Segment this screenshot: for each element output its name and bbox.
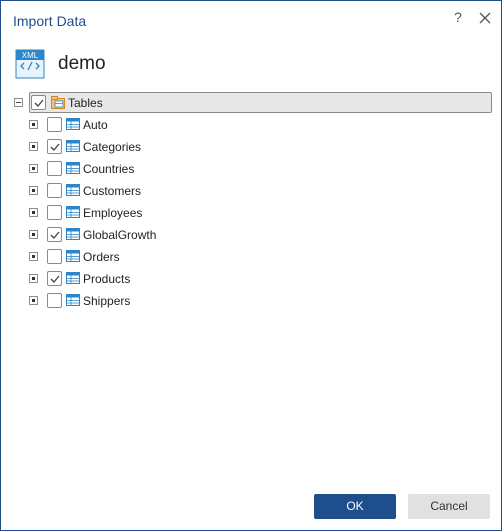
employees-label: Employees bbox=[83, 206, 143, 220]
close-icon[interactable] bbox=[476, 9, 494, 27]
expand-products-toggle[interactable] bbox=[29, 274, 38, 283]
shippers-label: Shippers bbox=[83, 294, 131, 308]
auto-checkbox[interactable] bbox=[47, 117, 62, 132]
table-icon bbox=[66, 162, 80, 174]
help-button[interactable]: ? bbox=[451, 8, 465, 26]
table-icon bbox=[66, 228, 80, 240]
table-icon bbox=[66, 184, 80, 196]
expand-orders-toggle[interactable] bbox=[29, 252, 38, 261]
orders-checkbox[interactable] bbox=[47, 249, 62, 264]
globalgrowth-checkbox[interactable] bbox=[47, 227, 62, 242]
expand-categories-toggle[interactable] bbox=[29, 142, 38, 151]
products-label: Products bbox=[83, 272, 131, 286]
cancel-button[interactable]: Cancel bbox=[408, 494, 490, 519]
customers-checkbox[interactable] bbox=[47, 183, 62, 198]
products-checkbox[interactable] bbox=[47, 271, 62, 286]
expand-countries-toggle[interactable] bbox=[29, 164, 38, 173]
table-icon bbox=[66, 140, 80, 152]
categories-label: Categories bbox=[83, 140, 142, 154]
globalgrowth-label: GlobalGrowth bbox=[83, 228, 157, 242]
shippers-checkbox[interactable] bbox=[47, 293, 62, 308]
file-name: demo bbox=[58, 53, 106, 74]
expand-employees-toggle[interactable] bbox=[29, 208, 38, 217]
collapse-tables-toggle[interactable] bbox=[14, 98, 23, 107]
expand-shippers-toggle[interactable] bbox=[29, 296, 38, 305]
customers-label: Customers bbox=[83, 184, 142, 198]
expand-customers-toggle[interactable] bbox=[29, 186, 38, 195]
orders-label: Orders bbox=[83, 250, 120, 264]
employees-checkbox[interactable] bbox=[47, 205, 62, 220]
expand-globalgrowth-toggle[interactable] bbox=[29, 230, 38, 239]
categories-checkbox[interactable] bbox=[47, 139, 62, 154]
tables-checkbox[interactable] bbox=[31, 95, 46, 110]
tables-folder-icon bbox=[51, 96, 65, 109]
expand-auto-toggle[interactable] bbox=[29, 120, 38, 129]
table-icon bbox=[66, 250, 80, 262]
dialog-title: Import Data bbox=[13, 13, 87, 29]
svg-text:XML: XML bbox=[22, 51, 39, 60]
countries-checkbox[interactable] bbox=[47, 161, 62, 176]
table-icon bbox=[66, 294, 80, 306]
countries-label: Countries bbox=[83, 162, 135, 176]
table-icon bbox=[66, 272, 80, 284]
ok-button[interactable]: OK bbox=[314, 494, 396, 519]
table-icon bbox=[66, 118, 80, 130]
import-data-dialog: Import Data ? XML demo Tables Auto Catego… bbox=[0, 0, 502, 531]
table-icon bbox=[66, 206, 80, 218]
tables-label: Tables bbox=[68, 96, 103, 110]
xml-file-icon: XML bbox=[15, 49, 45, 79]
auto-label: Auto bbox=[83, 118, 108, 132]
